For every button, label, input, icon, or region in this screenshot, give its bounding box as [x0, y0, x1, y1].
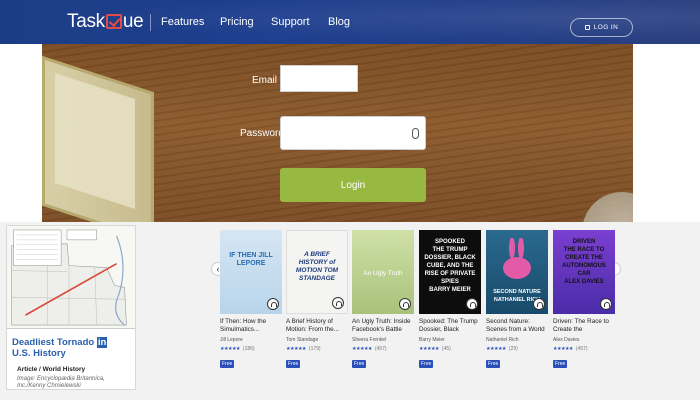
feature-card-category: Article / World History	[17, 366, 86, 373]
headphones-icon	[399, 298, 411, 310]
star-rating-icon: ★★★★★	[352, 346, 372, 352]
book-author[interactable]: Barry Meier	[419, 337, 481, 343]
book-rating: ★★★★★ (457)	[553, 346, 615, 352]
password-field[interactable]	[280, 116, 426, 150]
rabbit-icon	[503, 238, 531, 279]
login-button-label: LOG IN	[593, 24, 619, 31]
book-card[interactable]: IF THEN JILL LEPORE If Then: How the Sim…	[220, 230, 282, 370]
book-rating: ★★★★★ (29)	[486, 346, 548, 352]
free-badge: Free	[419, 360, 434, 368]
feature-card-title[interactable]: Deadliest Tornado in U.S. History	[12, 337, 122, 359]
headphones-icon	[466, 298, 478, 310]
login-button[interactable]: LOG IN	[570, 18, 633, 37]
page: Task ue Features Pricing Support Blog LOG…	[0, 0, 700, 400]
headphones-icon	[533, 298, 545, 310]
feature-card-credit: Image: Encyclopædia Britannica, Inc./Ken…	[17, 376, 105, 389]
star-rating-icon: ★★★★★	[286, 346, 306, 352]
book-author[interactable]: Nathaniel Rich	[486, 337, 548, 343]
book-cover-text: A BRIEF HISTORY of MOTION TOM STANDAGE	[295, 251, 339, 282]
book-title[interactable]: If Then: How the Simulmatics...	[220, 318, 282, 334]
headphones-icon	[332, 297, 344, 309]
nav-divider	[150, 14, 151, 31]
password-key-icon[interactable]	[412, 128, 419, 139]
book-cover-text: IF THEN JILL LEPORE	[229, 252, 273, 267]
book-rating: ★★★★★ (179)	[286, 346, 348, 352]
tornado-map-image	[7, 226, 135, 329]
book-cover[interactable]: SPOOKED THE TRUMP DOSSIER, BLACK CUBE, A…	[419, 230, 481, 314]
rating-count: (457)	[575, 346, 588, 352]
rating-count: (457)	[374, 346, 387, 352]
book-card[interactable]: SPOOKED THE TRUMP DOSSIER, BLACK CUBE, A…	[419, 230, 481, 370]
book-author[interactable]: Alex Davies	[553, 337, 615, 343]
star-rating-icon: ★★★★★	[220, 346, 240, 352]
feature-title-highlight: in	[96, 337, 108, 348]
star-rating-icon: ★★★★★	[486, 346, 506, 352]
free-badge: Free	[286, 360, 301, 368]
nav-link-blog[interactable]: Blog	[328, 16, 350, 28]
check-box-icon	[105, 14, 122, 29]
nav-link-support[interactable]: Support	[271, 16, 310, 28]
book-rating: ★★★★★ (186)	[220, 346, 282, 352]
password-label: Password	[240, 128, 284, 139]
book-title[interactable]: An Ugly Truth: Inside Facebook's Battle …	[352, 318, 414, 334]
book-author[interactable]: Tom Standage	[286, 337, 348, 343]
feature-title-line2: U.S. History	[12, 348, 66, 359]
free-badge: Free	[553, 360, 568, 368]
email-field[interactable]	[280, 65, 358, 92]
rating-count: (179)	[308, 346, 321, 352]
nav-link-features[interactable]: Features	[161, 16, 204, 28]
book-card[interactable]: A BRIEF HISTORY of MOTION TOM STANDAGE A…	[286, 230, 348, 370]
book-author[interactable]: Jill Lepore	[220, 337, 282, 343]
nav-link-pricing[interactable]: Pricing	[220, 16, 254, 28]
free-badge: Free	[352, 360, 367, 368]
feature-title-main: Deadliest Tornado	[12, 337, 97, 348]
book-cover[interactable]: IF THEN JILL LEPORE	[220, 230, 282, 314]
book-card[interactable]: SECOND NATURE NATHANIEL RICH Second Natu…	[486, 230, 548, 370]
rating-count: (186)	[242, 346, 255, 352]
headphones-icon	[600, 298, 612, 310]
lock-icon	[584, 25, 590, 30]
star-rating-icon: ★★★★★	[419, 346, 439, 352]
book-cover[interactable]: A BRIEF HISTORY of MOTION TOM STANDAGE	[286, 230, 348, 314]
rating-count: (45)	[441, 346, 451, 352]
taskque-logo[interactable]: Task ue	[67, 11, 144, 33]
book-cover-text: SPOOKED THE TRUMP DOSSIER, BLACK CUBE, A…	[424, 239, 476, 293]
book-title[interactable]: Spooked: The Trump Dossier, Black Cube,.…	[419, 318, 481, 334]
book-card[interactable]: An Ugly Truth An Ugly Truth: Inside Face…	[352, 230, 414, 370]
free-badge: Free	[220, 360, 235, 368]
headphones-icon	[267, 298, 279, 310]
free-badge: Free	[486, 360, 501, 368]
book-card[interactable]: DRIVEN THE RACE TO CREATE THE AUTONOMOUS…	[553, 230, 615, 370]
book-cover-text: An Ugly Truth	[363, 270, 403, 277]
email-label: Email	[252, 75, 278, 86]
book-rating: ★★★★★ (45)	[419, 346, 481, 352]
rating-count: (29)	[508, 346, 518, 352]
logo-text-left: Task	[67, 11, 105, 32]
logo-text-right: ue	[122, 11, 144, 32]
book-cover-text: DRIVEN THE RACE TO CREATE THE AUTONOMOUS…	[562, 239, 606, 285]
book-cover[interactable]: DRIVEN THE RACE TO CREATE THE AUTONOMOUS…	[553, 230, 615, 314]
book-title[interactable]: A Brief History of Motion: From the...	[286, 318, 348, 334]
top-nav: Task ue Features Pricing Support Blog LOG…	[0, 0, 700, 44]
book-title[interactable]: Driven: The Race to Create the Autonomo.…	[553, 318, 615, 334]
book-author[interactable]: Sheera Frenkel	[352, 337, 414, 343]
star-rating-icon: ★★★★★	[553, 346, 573, 352]
book-rating: ★★★★★ (457)	[352, 346, 414, 352]
book-cover[interactable]: An Ugly Truth	[352, 230, 414, 314]
book-title[interactable]: Second Nature: Scenes from a World Remad…	[486, 318, 548, 334]
login-submit-button[interactable]: Login	[280, 168, 426, 202]
book-cover[interactable]: SECOND NATURE NATHANIEL RICH	[486, 230, 548, 314]
